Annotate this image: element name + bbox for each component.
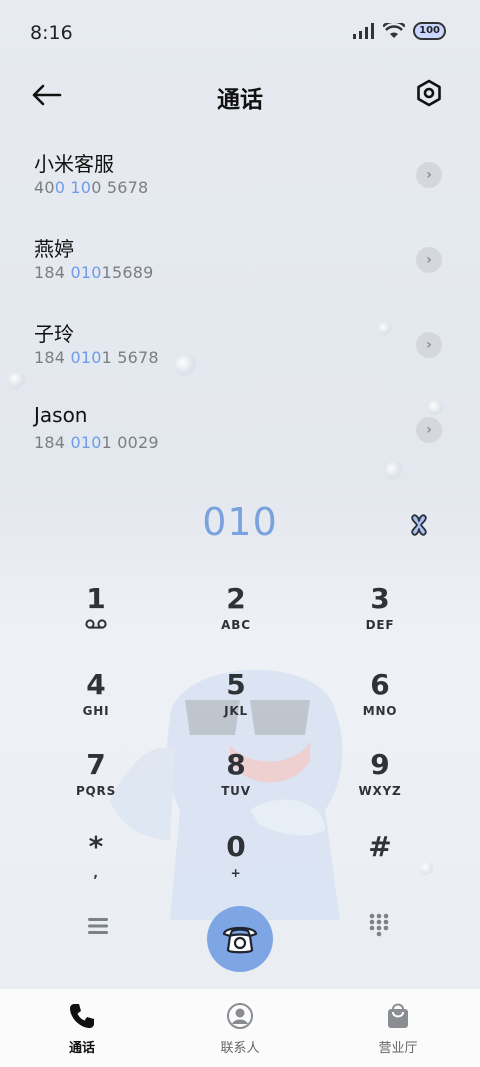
key-8[interactable]: 8 TUV	[176, 748, 296, 818]
key-letters: GHI	[82, 704, 110, 718]
contact-search-results: 小米客服 400 100 5678 › 燕婷 184 01015689 › 子玲…	[0, 140, 480, 480]
key-letters: ABC	[221, 618, 251, 632]
key-9[interactable]: 9 WXYZ	[320, 748, 440, 818]
key-letters: +	[230, 866, 242, 880]
chevron-right-icon[interactable]: ›	[416, 247, 442, 273]
backspace-button[interactable]	[406, 512, 432, 538]
key-3[interactable]: 3 DEF	[320, 582, 440, 652]
contact-number: 184 0101 0029	[34, 433, 159, 452]
key-letters: ,	[93, 866, 99, 880]
key-0[interactable]: 0 +	[176, 830, 296, 900]
key-digit: #	[368, 830, 392, 863]
chevron-right-icon[interactable]: ›	[416, 162, 442, 188]
shopping-bag-icon	[388, 1003, 408, 1028]
key-hash[interactable]: #	[320, 830, 440, 900]
key-digit: *	[88, 830, 104, 863]
nav-label: 联系人	[220, 1041, 260, 1056]
page-title: 通话	[217, 87, 263, 113]
nav-label: 营业厅	[378, 1041, 418, 1056]
number-match-highlight: 010	[70, 348, 102, 367]
battery-indicator: 100	[413, 22, 446, 40]
number-part: 40	[34, 178, 55, 197]
bottom-navigation: 通话 联系人 营业厅	[0, 989, 480, 1067]
contact-number: 400 100 5678	[34, 178, 148, 197]
number-part: 0 5678	[91, 178, 149, 197]
wifi-icon	[383, 23, 406, 38]
key-digit: 2	[226, 582, 246, 615]
number-part: 1 5678	[101, 348, 159, 367]
number-part: 184	[34, 348, 71, 367]
chevron-right-icon[interactable]: ›	[416, 417, 442, 443]
nav-tab-calls[interactable]: 通话	[22, 1001, 142, 1056]
contact-number: 184 01015689	[34, 263, 153, 282]
status-time: 8:16	[30, 22, 73, 44]
telephone-icon	[222, 926, 258, 954]
key-digit: 8	[226, 748, 246, 781]
key-letters: DEF	[365, 618, 395, 632]
key-letters: PQRS	[75, 784, 117, 798]
key-digit: 9	[370, 748, 390, 781]
key-star[interactable]: * ,	[36, 830, 156, 900]
key-digit: 7	[86, 748, 106, 781]
signal-icon	[353, 23, 375, 39]
nav-tab-contacts[interactable]: 联系人	[180, 1001, 300, 1056]
phone-icon	[70, 1004, 94, 1028]
status-bar: 8:16 100	[0, 0, 480, 64]
status-icons: 100	[353, 22, 446, 40]
number-match-highlight: 010	[70, 263, 102, 282]
dialpad-toggle-button[interactable]	[368, 912, 390, 938]
number-part: 1 0029	[101, 433, 159, 452]
contact-name: 燕婷	[34, 237, 74, 261]
key-7[interactable]: 7 PQRS	[36, 748, 156, 818]
key-4[interactable]: 4 GHI	[36, 668, 156, 738]
contact-row[interactable]: Jason 184 0101 0029 ›	[0, 395, 480, 480]
voicemail-icon	[85, 619, 107, 629]
key-letters: TUV	[221, 784, 251, 798]
settings-button[interactable]	[414, 78, 448, 112]
contact-number: 184 0101 5678	[34, 348, 159, 367]
key-digit: 0	[226, 830, 246, 863]
nav-label: 通话	[68, 1041, 95, 1056]
key-letters: WXYZ	[358, 784, 402, 798]
call-button[interactable]	[207, 906, 273, 972]
contact-row[interactable]: 小米客服 400 100 5678 ›	[0, 140, 480, 225]
contact-name: 子玲	[34, 322, 74, 346]
menu-icon	[88, 918, 108, 934]
number-part: 15689	[101, 263, 154, 282]
chevron-right-icon[interactable]: ›	[416, 332, 442, 358]
number-part: 184	[34, 433, 71, 452]
contact-row[interactable]: 子玲 184 0101 5678 ›	[0, 310, 480, 395]
key-letters: JKL	[224, 704, 248, 718]
key-2[interactable]: 2 ABC	[176, 582, 296, 652]
header: 通话	[0, 70, 480, 120]
number-match-highlight: 0 10	[54, 178, 92, 197]
key-digit: 6	[370, 668, 390, 701]
key-digit: 4	[86, 668, 106, 701]
key-1[interactable]: 1	[36, 582, 156, 652]
key-digit: 1	[86, 582, 106, 615]
nav-tab-service-hall[interactable]: 营业厅	[338, 1001, 458, 1056]
key-digit: 5	[226, 668, 246, 701]
dialpad-grid-icon	[369, 913, 389, 937]
settings-hexagon-icon	[417, 79, 441, 107]
delete-icon	[411, 514, 427, 536]
number-part: 184	[34, 263, 71, 282]
key-letters: MNO	[362, 704, 398, 718]
number-match-highlight: 010	[70, 433, 102, 452]
contact-row[interactable]: 燕婷 184 01015689 ›	[0, 225, 480, 310]
key-digit: 3	[370, 582, 390, 615]
menu-button[interactable]	[84, 914, 112, 938]
contact-name: Jason	[34, 403, 88, 427]
person-icon	[227, 1003, 253, 1029]
key-5[interactable]: 5 JKL	[176, 668, 296, 738]
contact-name: 小米客服	[34, 152, 114, 176]
key-6[interactable]: 6 MNO	[320, 668, 440, 738]
